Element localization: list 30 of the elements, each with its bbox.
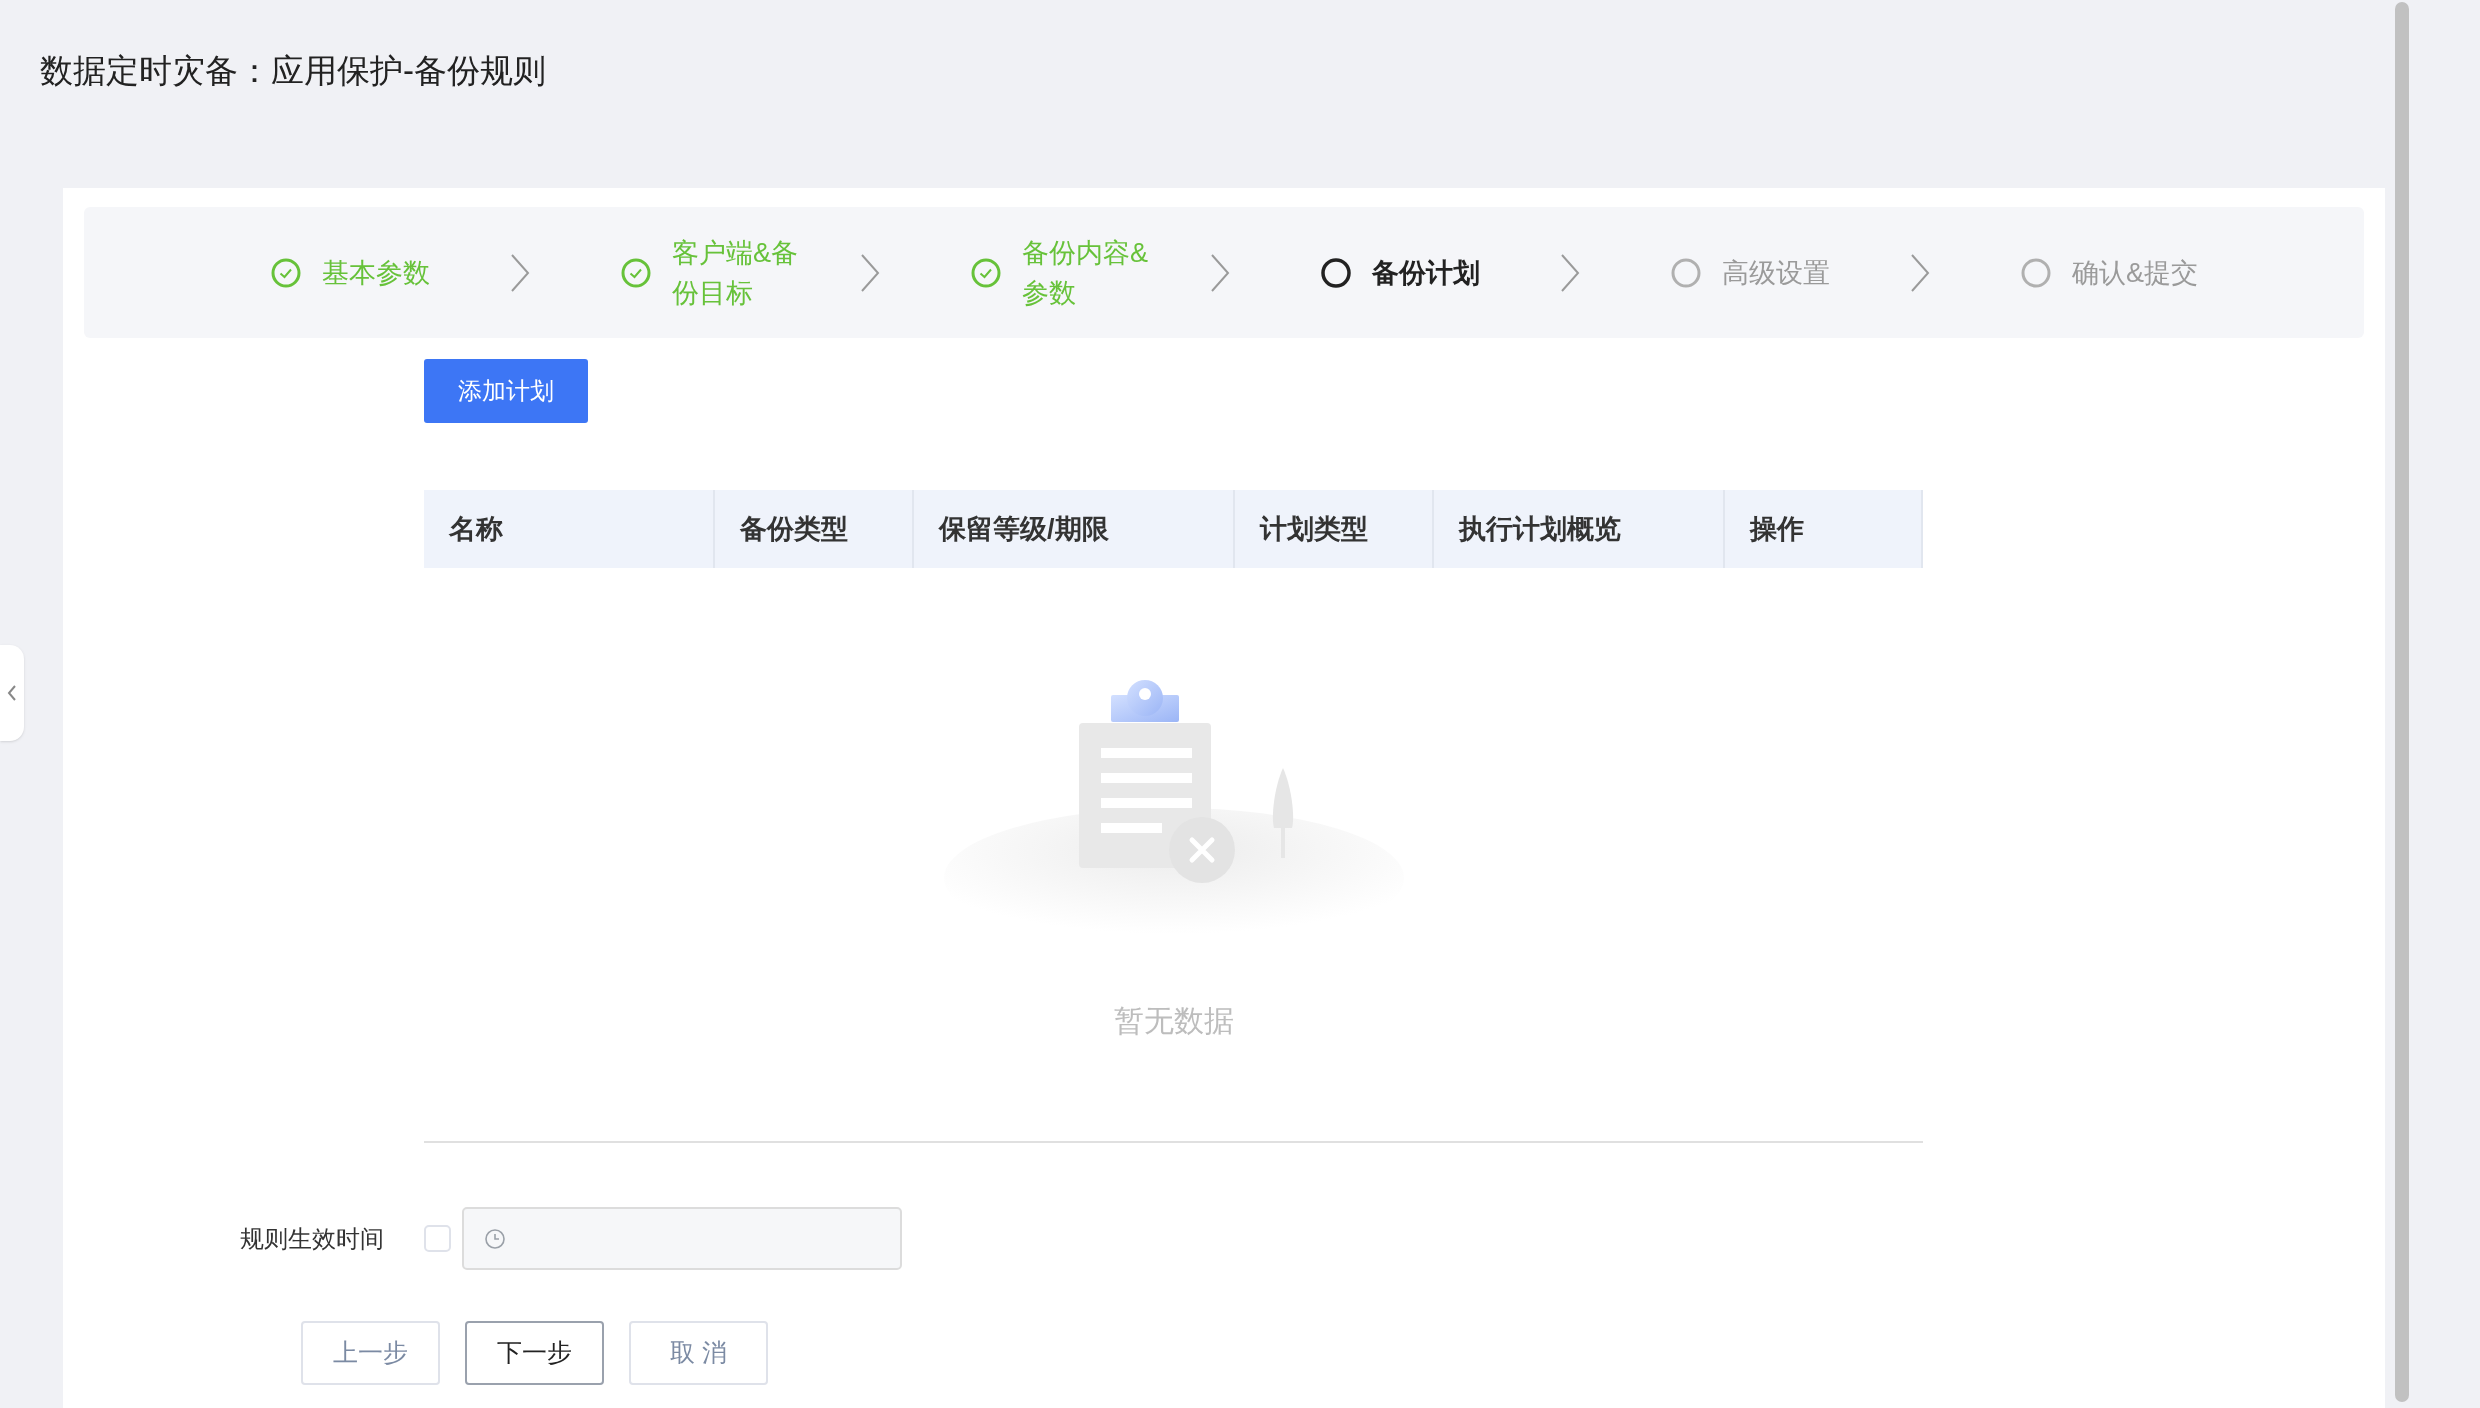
column-header: 执行计划概览 <box>1459 512 1621 546</box>
scrollbar[interactable] <box>2395 2 2409 1402</box>
step-label[interactable]: 备份内容&参数 <box>1022 232 1167 313</box>
chevron-right-icon <box>1560 252 1580 293</box>
chevron-left-icon <box>7 684 17 702</box>
step-label[interactable]: 确认&提交 <box>2072 252 2217 293</box>
step-label[interactable]: 基本参数 <box>322 252 467 293</box>
step-label[interactable]: 高级设置 <box>1722 252 1867 293</box>
chevron-right-icon <box>1910 252 1930 293</box>
step-label[interactable]: 客户端&备份目标 <box>672 232 817 313</box>
chevron-right-icon <box>1210 252 1230 293</box>
checkbox[interactable] <box>424 1225 451 1252</box>
step-button[interactable]: 取 消 <box>629 1321 768 1385</box>
step-label[interactable]: 备份计划 <box>1372 252 1517 293</box>
column-header: 操作 <box>1750 512 1804 546</box>
column-header: 备份类型 <box>740 512 848 546</box>
add-plan-button[interactable]: 添加计划 <box>424 359 588 423</box>
chevron-right-icon <box>510 252 530 293</box>
column-header: 保留等级/期限 <box>939 512 1109 546</box>
step-button[interactable]: 下一步 <box>465 1321 604 1385</box>
page-title: 数据定时灾备：应用保护-备份规则 <box>40 51 546 91</box>
column-header: 名称 <box>449 512 503 546</box>
collapse-handle[interactable] <box>0 645 24 741</box>
chevron-right-icon <box>860 252 880 293</box>
empty-state-text: 暂无数据 <box>1113 1003 1234 1039</box>
time-input-field[interactable] <box>462 1207 902 1270</box>
clock-icon <box>484 1227 506 1250</box>
step-button[interactable]: 上一步 <box>301 1321 440 1385</box>
column-header: 计划类型 <box>1260 512 1368 546</box>
field-label: 规则生效时间 <box>240 1223 385 1254</box>
